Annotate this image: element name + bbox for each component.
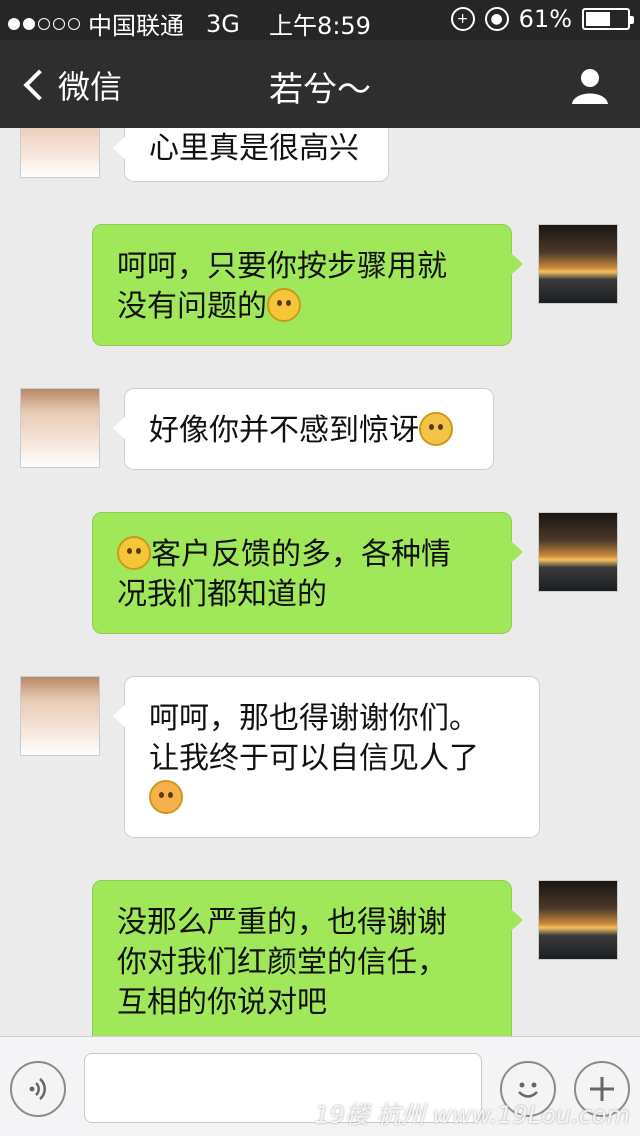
message-bubble-received[interactable]: 呵呵，那也得谢谢你们。 让我终于可以自信见人了	[113, 676, 540, 838]
message-line-3: 互相的你说对吧	[117, 985, 327, 1020]
status-right: + ● 61%	[450, 5, 634, 33]
message-text: 心里真是很高兴	[149, 131, 359, 166]
message-text: 好像你并不感到惊讶	[149, 413, 419, 448]
message-list[interactable]: 心里真是很高兴 呵呵，只要你按步骤用就 没有问题的 好像你并不感到惊讶 客户反馈…	[0, 128, 640, 1036]
message-line-2: 你对我们红颜堂的信任，	[117, 945, 447, 980]
female-avatar[interactable]	[20, 128, 100, 178]
message-line: 客户反馈的多，各种情	[117, 535, 487, 575]
voice-icon	[29, 1078, 46, 1100]
input-bar: 19楼 杭州 www.19Lou.com	[0, 1036, 640, 1136]
message-bubble-sent[interactable]: 没那么严重的，也得谢谢 你对我们红颜堂的信任， 互相的你说对吧	[92, 880, 523, 1036]
message-bubble-sent[interactable]: 客户反馈的多，各种情 况我们都知道的	[92, 512, 523, 634]
sunset-avatar[interactable]	[538, 224, 618, 304]
chat-screen: 中国联通 3G 上午8:59 + ● 61% 微信 若兮～ 心里真是很高兴 呵呵…	[0, 0, 640, 1136]
battery-icon	[582, 8, 634, 30]
watermark: 19楼 杭州 www.19Lou.com	[314, 1101, 630, 1129]
message-line-2: 让我终于可以自信见人了	[149, 741, 479, 776]
message-line-2: 没有问题的	[117, 287, 487, 327]
message-line-3	[149, 779, 515, 819]
female-avatar[interactable]	[20, 388, 100, 468]
location-icon: +	[450, 7, 475, 31]
female-avatar[interactable]	[20, 676, 100, 756]
voice-button[interactable]	[10, 1061, 66, 1117]
blush-emoji-icon	[149, 780, 183, 814]
battery-percent: 61%	[518, 5, 572, 33]
profile-icon[interactable]	[570, 66, 610, 106]
battery-fill	[586, 12, 610, 26]
message-line-2: 况我们都知道的	[117, 577, 327, 612]
message-line: 呵呵，只要你按步骤用就	[117, 249, 447, 284]
status-bar: 中国联通 3G 上午8:59 + ● 61%	[0, 0, 640, 40]
message-line: 呵呵，那也得谢谢你们。	[149, 701, 479, 736]
chat-title: 若兮～	[269, 70, 371, 110]
rotation-lock-icon: ●	[484, 7, 509, 31]
smile-emoji-icon	[267, 288, 301, 322]
worried-emoji-icon	[419, 412, 453, 446]
smile-emoji-icon	[117, 536, 151, 570]
message-bubble-received[interactable]: 好像你并不感到惊讶	[113, 388, 494, 470]
nav-bar: 微信 若兮～	[0, 40, 640, 128]
sunset-avatar[interactable]	[538, 512, 618, 592]
message-line: 没那么严重的，也得谢谢	[117, 905, 447, 940]
sunset-avatar[interactable]	[538, 880, 618, 960]
message-bubble-sent[interactable]: 呵呵，只要你按步骤用就 没有问题的	[92, 224, 523, 346]
message-bubble-received[interactable]: 心里真是很高兴	[113, 128, 389, 182]
